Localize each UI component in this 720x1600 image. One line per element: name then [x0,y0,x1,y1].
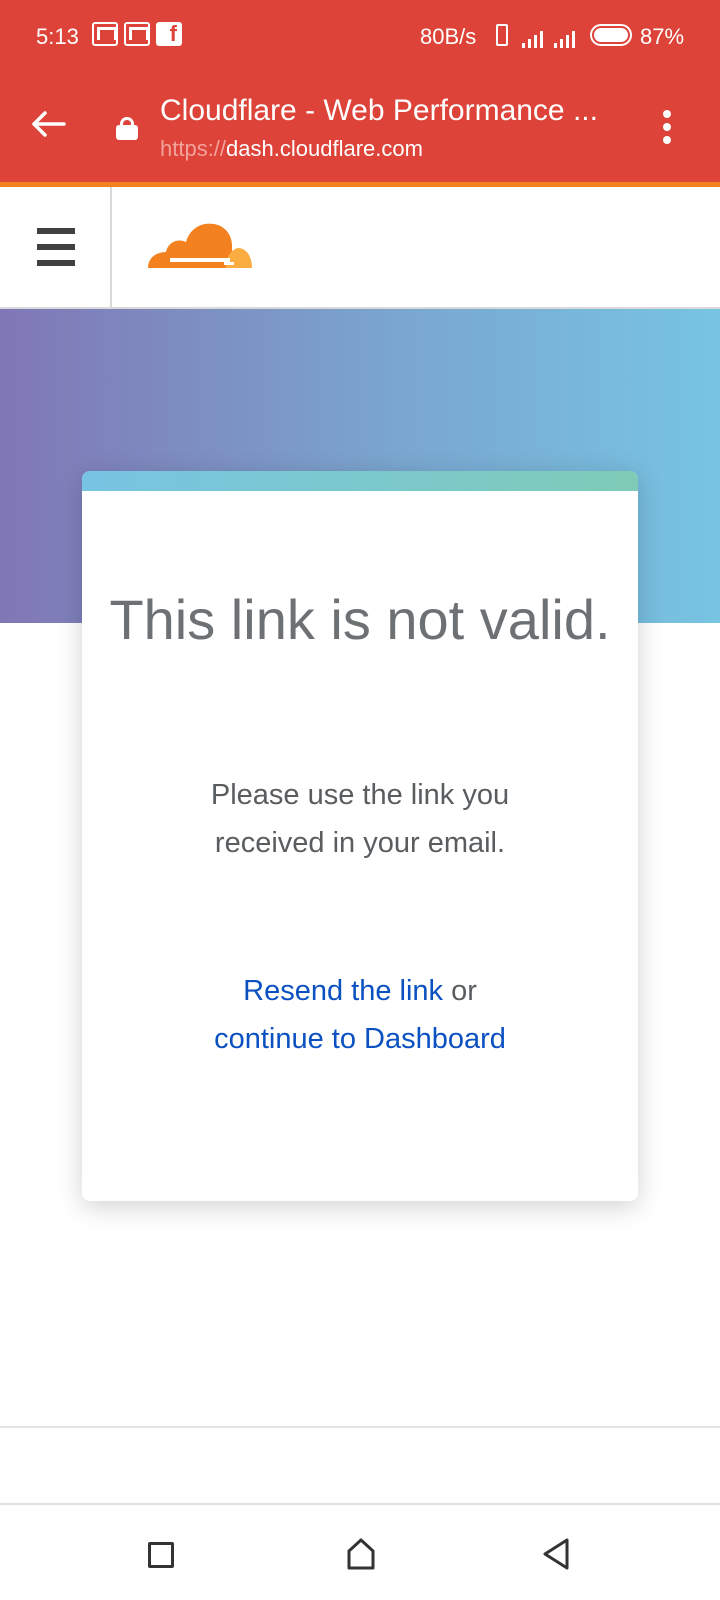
signal-icon [554,31,575,48]
error-message: Please use the link you received in your… [210,779,510,859]
cloudflare-logo[interactable] [146,218,252,270]
battery-percentage: 87% [640,24,685,49]
continue-dashboard-link[interactable]: continue to Dashboard [214,1023,506,1055]
status-right: 80B/s 87% [420,24,720,54]
notification-icons [92,21,182,47]
status-bar: 5:13 80B/s 87% [0,0,720,72]
lock-icon [116,117,138,140]
vibrate-icon [496,24,508,46]
page-divider [0,1426,720,1428]
or-text: or [443,975,477,1007]
resend-link[interactable]: Resend the link [243,975,443,1007]
back-icon[interactable] [542,1537,570,1571]
url-scheme: https:// [160,136,227,161]
back-arrow-icon[interactable] [30,110,66,138]
more-options-icon[interactable] [662,110,672,144]
home-icon[interactable] [346,1537,376,1571]
hamburger-menu-button[interactable] [0,187,112,307]
facebook-icon [156,21,182,47]
error-heading: This link is not valid. [109,588,611,651]
recents-icon[interactable] [148,1542,174,1568]
battery-icon [590,24,632,46]
signal-icon [522,31,543,48]
card-accent-bar [82,471,638,491]
network-speed: 80B/s [420,24,477,49]
card-actions: Resend the link or continue to Dashboard [200,967,520,1063]
url-host: dash.cloudflare.com [226,136,423,161]
status-time: 5:13 [36,24,79,49]
page-title[interactable]: Cloudflare - Web Performance ... [160,94,620,128]
page-url[interactable]: https://dash.cloudflare.com [160,136,423,162]
system-nav-bar [0,1503,720,1600]
site-header [0,187,720,309]
gmail-icon [124,22,150,46]
gmail-icon [92,22,118,46]
error-card: This link is not valid. Please use the l… [82,471,638,1201]
